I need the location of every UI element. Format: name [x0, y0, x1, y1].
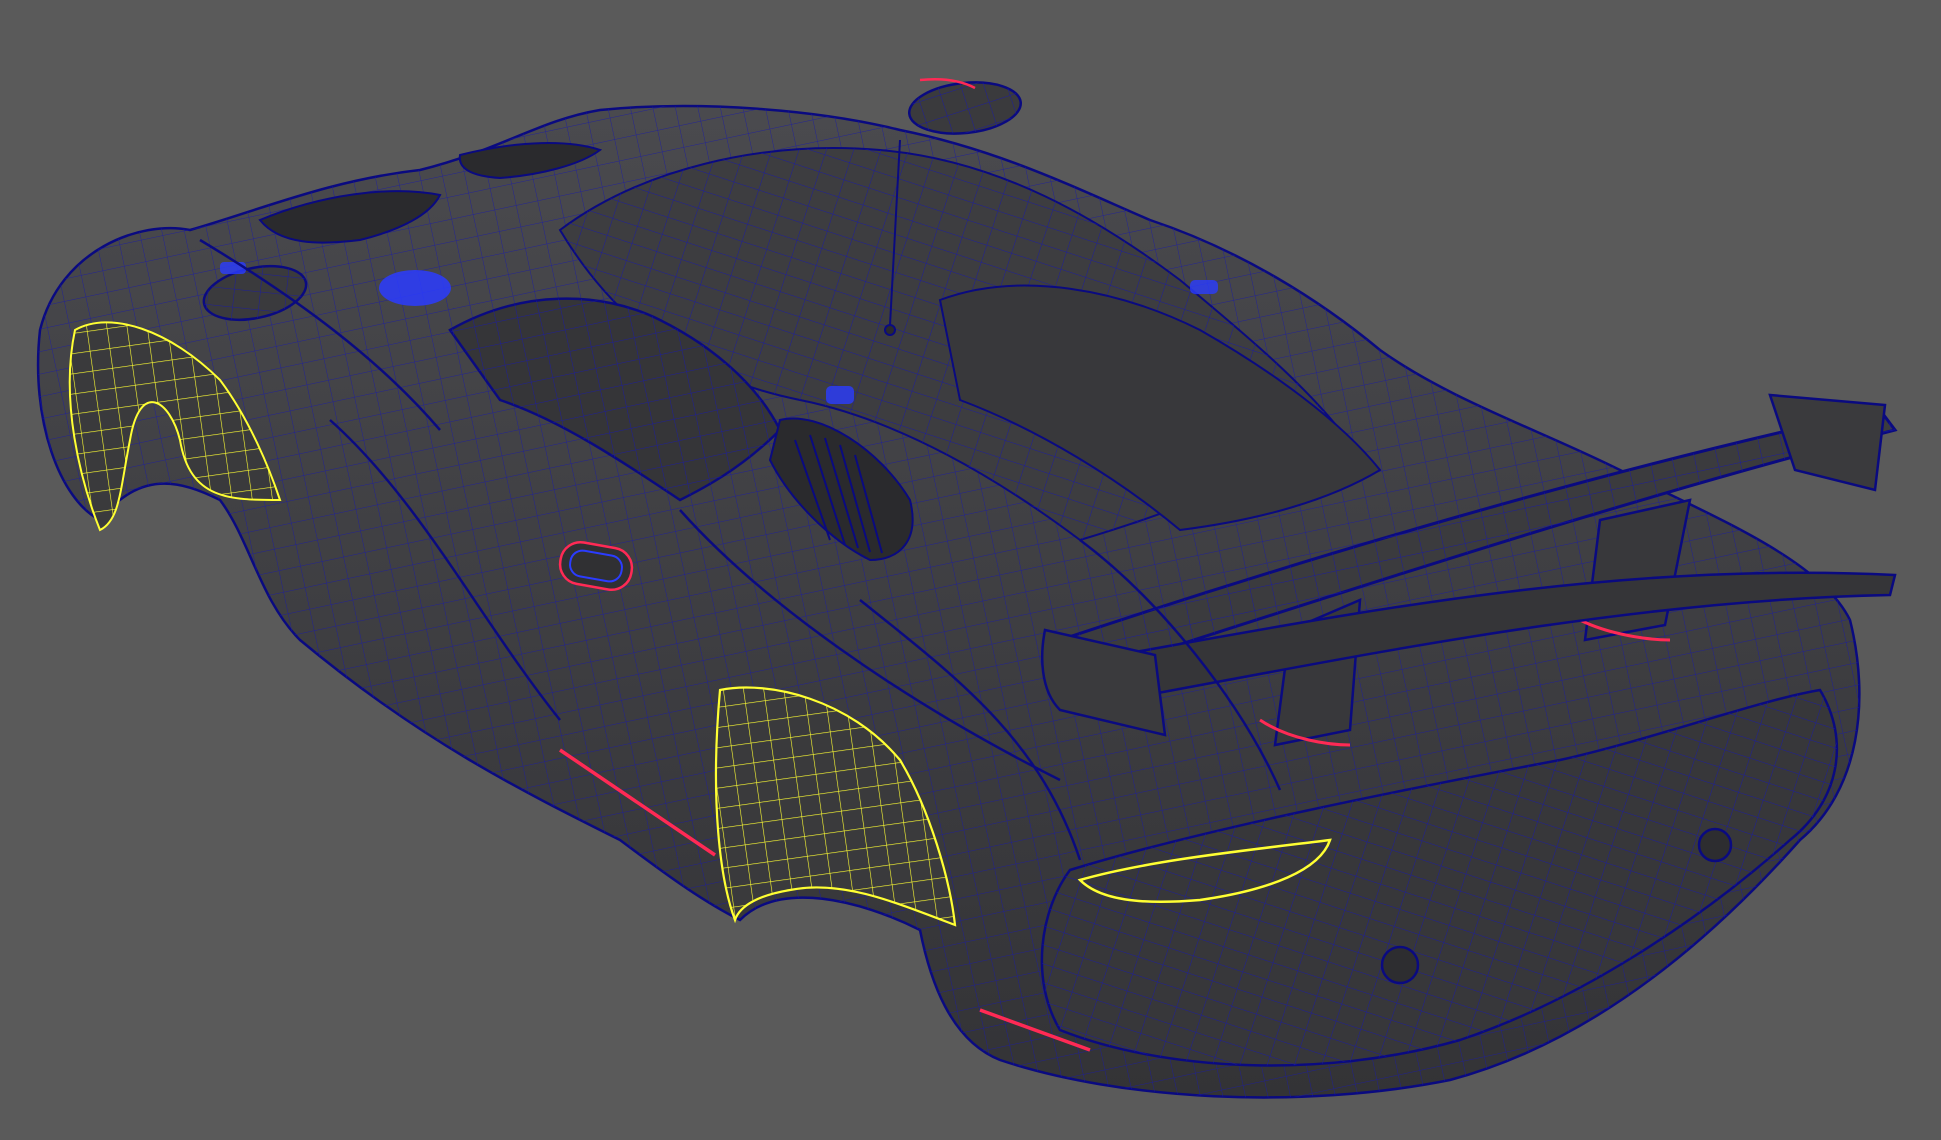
exhaust-left[interactable] — [1380, 945, 1420, 985]
antenna-base — [884, 324, 896, 336]
exhaust-right[interactable] — [1697, 827, 1733, 863]
hood-clip-left — [220, 262, 246, 274]
roof-marker — [826, 386, 854, 404]
car-body-wireframe-model[interactable] — [0, 0, 1941, 1140]
rear-wing-endplate-right[interactable] — [1768, 393, 1887, 492]
3d-viewport[interactable] — [0, 0, 1941, 1140]
hood-emblem[interactable] — [379, 270, 451, 306]
side-marker — [1190, 280, 1218, 294]
